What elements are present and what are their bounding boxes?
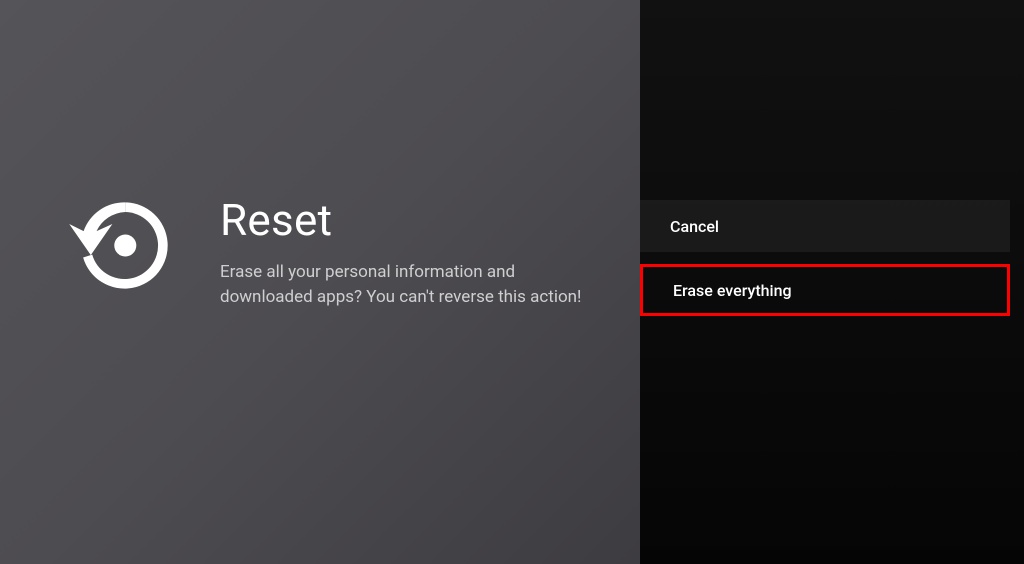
content: Reset Erase all your personal informatio… [0, 186, 600, 311]
options-list: Cancel Erase everything [640, 200, 1010, 328]
page-title: Reset [220, 194, 600, 246]
page-description: Erase all your personal information and … [220, 260, 600, 311]
options-panel: Cancel Erase everything [640, 0, 1024, 564]
erase-everything-button[interactable]: Erase everything [640, 264, 1010, 316]
info-panel: Reset Erase all your personal informatio… [0, 0, 640, 564]
erase-label: Erase everything [673, 281, 792, 300]
restore-icon [60, 186, 180, 306]
cancel-button[interactable]: Cancel [640, 200, 1010, 252]
cancel-label: Cancel [670, 217, 719, 236]
text-content: Reset Erase all your personal informatio… [220, 186, 600, 311]
